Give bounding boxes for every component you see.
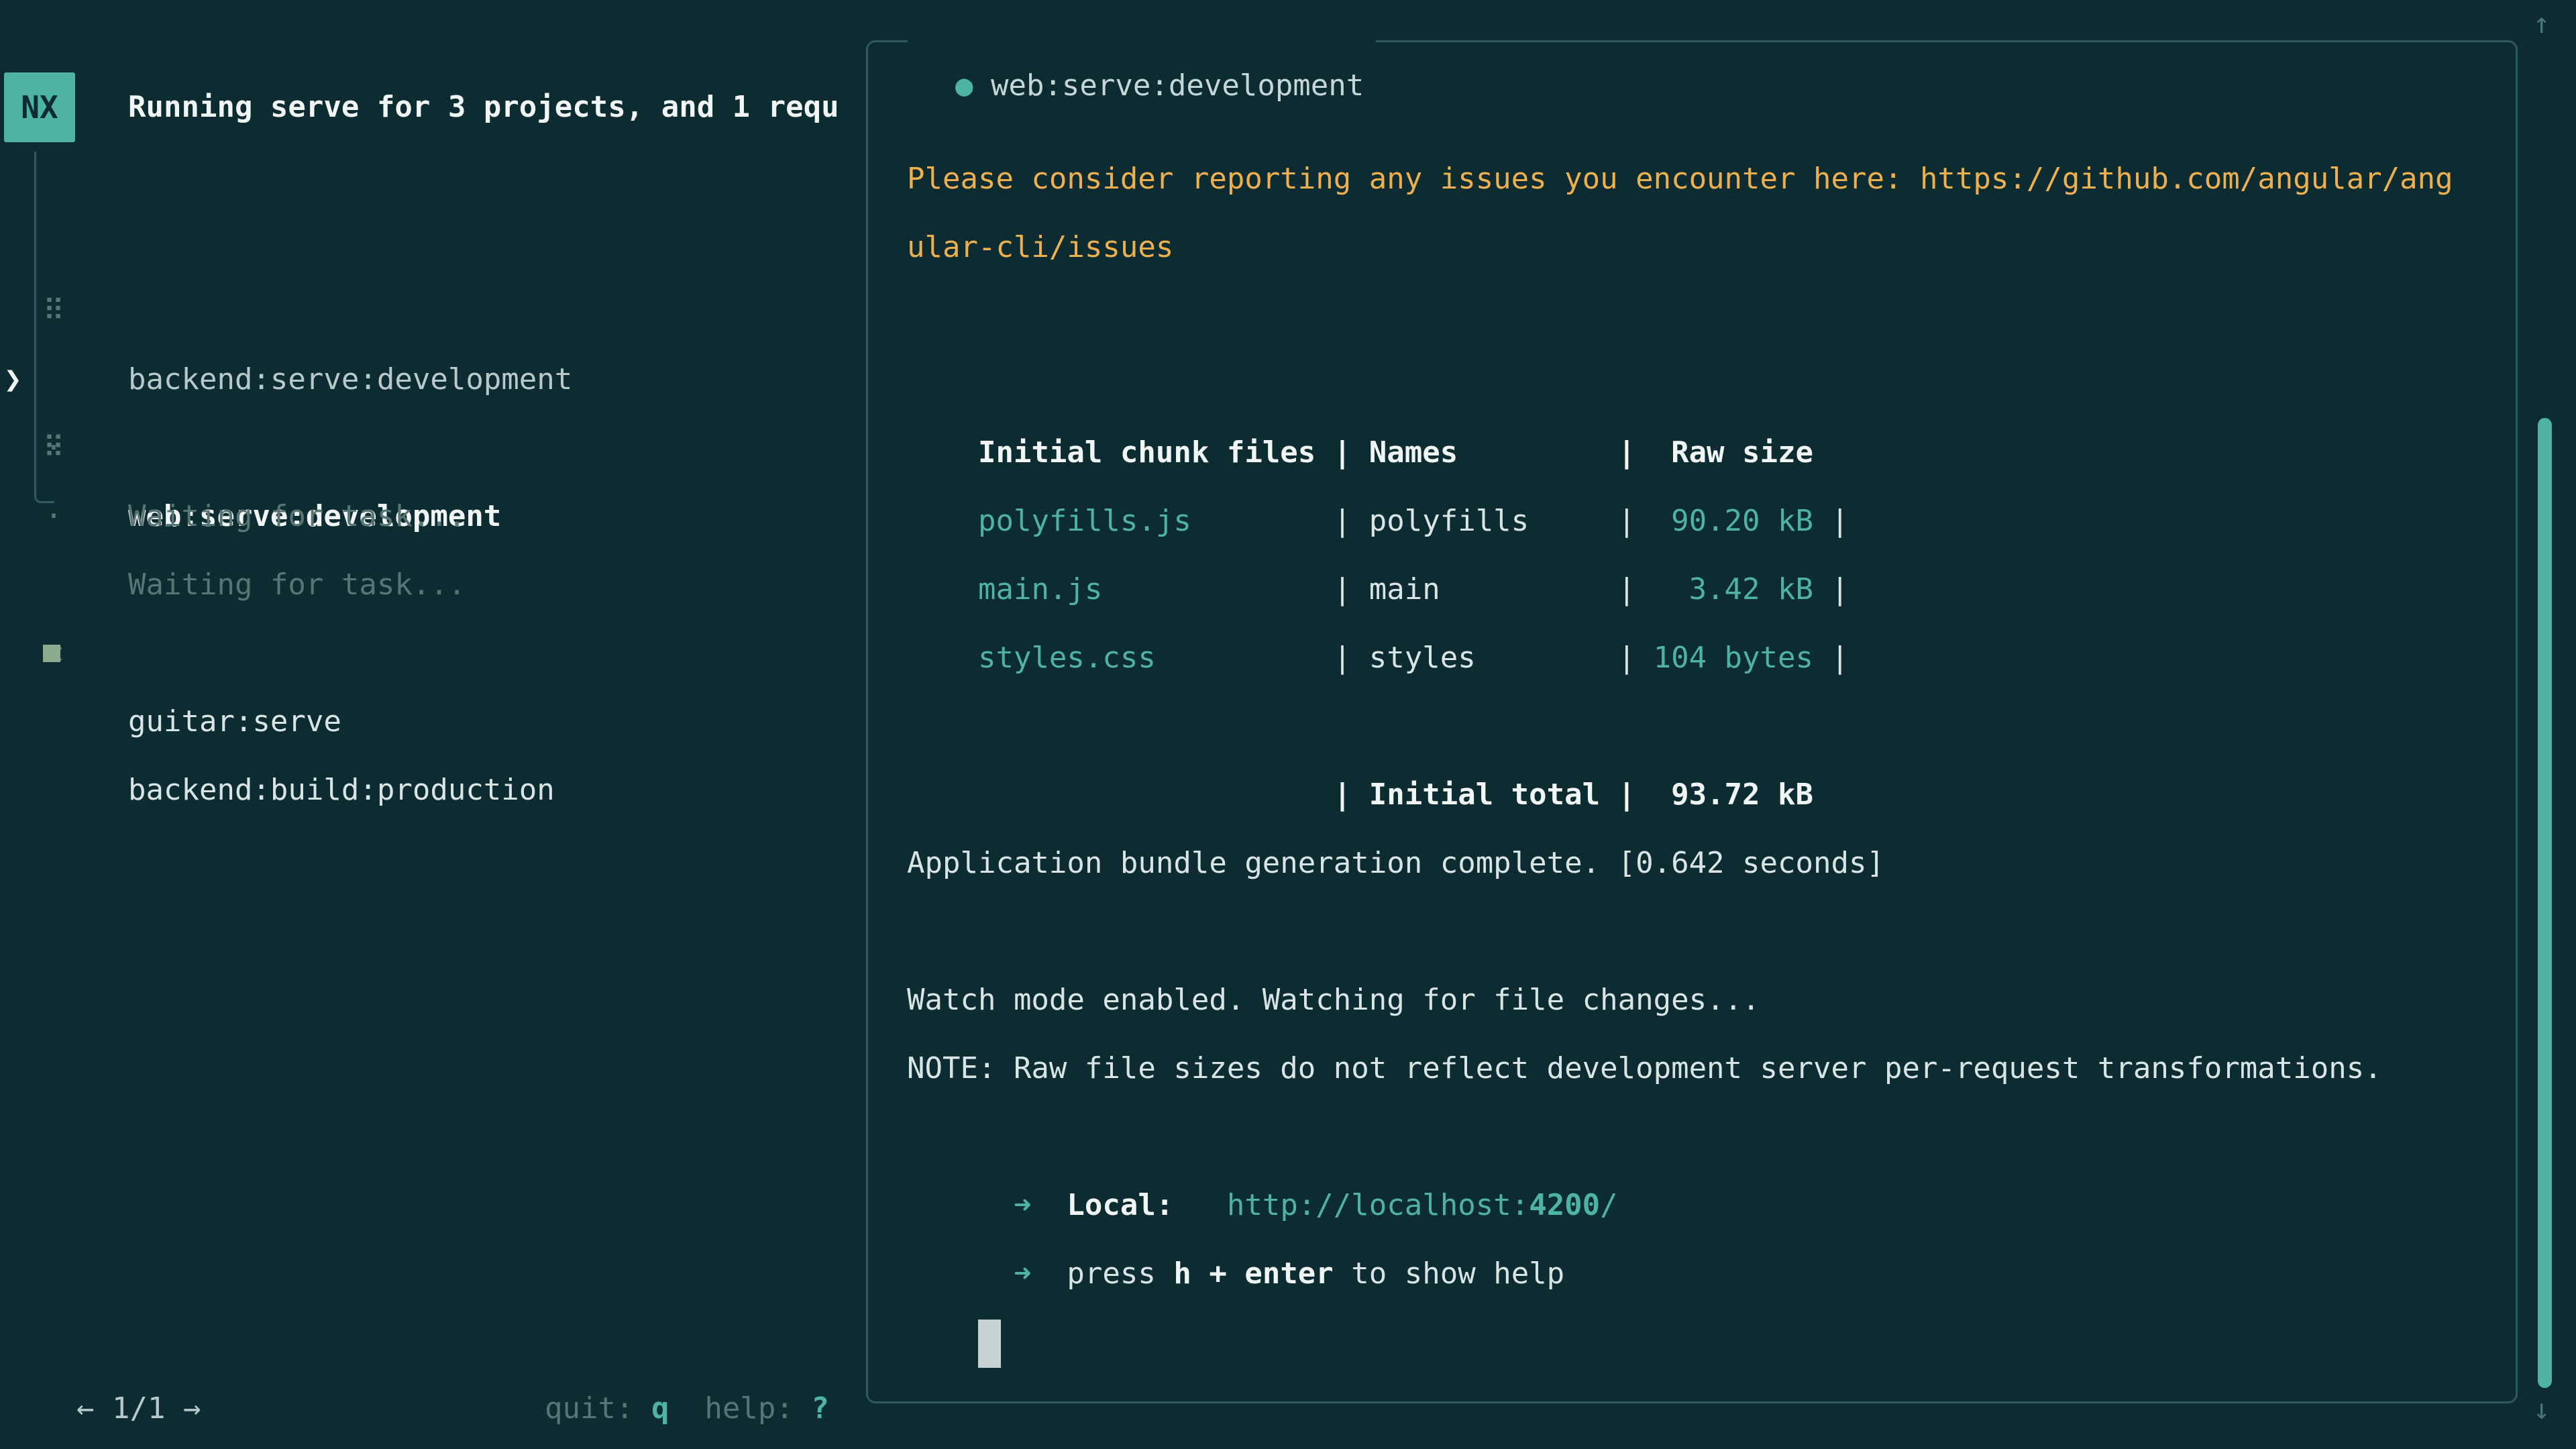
note-message: NOTE: Raw file sizes do not reflect deve… [907, 1034, 2497, 1103]
arrow-icon: ➜ [978, 1256, 1067, 1291]
chunk-size: 3.42 kB [1654, 555, 1813, 624]
pipe: | [1334, 777, 1369, 812]
chunk-file: polyfills.js [978, 487, 1334, 555]
pipe: | [1618, 572, 1654, 606]
scroll-down-arrow[interactable]: ↓ [2533, 1395, 2550, 1424]
chunk-name: main [1369, 555, 1618, 624]
nx-terminal-ui: { "sidebar": { "logo": "NX", "heading": … [0, 0, 2576, 1449]
press-keys: h + enter [1173, 1256, 1333, 1291]
pipe: | [1334, 572, 1369, 606]
task-label: backend:build:production [128, 756, 555, 824]
panel-title-label: web:serve:development [973, 68, 1364, 103]
chunk-file: main.js [978, 555, 1334, 624]
pipe: | [1813, 572, 1849, 606]
task-row-backend-build[interactable]: backend:build:production [0, 619, 852, 688]
terminal-cursor [978, 1320, 1001, 1368]
local-url-link[interactable]: http://localhost:4200/ [1227, 1188, 1618, 1222]
running-status-dot-icon: ● [955, 68, 973, 103]
nx-logo: NX [4, 72, 75, 142]
pipe: | [1618, 504, 1654, 538]
blank-line [907, 282, 2497, 350]
quit-key[interactable]: q [651, 1391, 669, 1426]
url-slash: / [1600, 1188, 1618, 1222]
task-row-web-serve-selected[interactable]: ❯ ⠿ web:serve:development [0, 277, 852, 345]
task-label: Waiting for task... [128, 482, 466, 551]
warning-line: ular-cli/issues [907, 213, 2497, 282]
local-url-line: ➜ Local: http://localhost:4200/ [907, 1103, 2497, 1171]
press-suffix: to show help [1334, 1256, 1564, 1291]
pipe: | [1334, 435, 1369, 470]
page-prev-arrow[interactable]: ← [76, 1391, 95, 1426]
pipe: | [1334, 504, 1369, 538]
pagination: ← 1/1 → [41, 1304, 201, 1374]
quit-hint-label: quit: [545, 1391, 651, 1426]
task-row-waiting-2[interactable]: · Waiting for task... [0, 414, 852, 482]
total-label: Initial total [1369, 761, 1618, 829]
pipe: | [1813, 641, 1849, 675]
arrow-icon: ➜ [978, 1188, 1067, 1222]
total-size: 93.72 kB [1654, 761, 1813, 829]
pipe: | [1618, 641, 1654, 675]
table-total-row: | Initial total| 93.72 kB [907, 692, 2497, 761]
chunk-size: 90.20 kB [1654, 487, 1813, 555]
col-header-names: Names [1369, 419, 1618, 487]
scrollbar-thumb[interactable] [2538, 418, 2552, 1388]
pipe: | [1618, 777, 1654, 812]
watch-mode-message: Watch mode enabled. Watching for file ch… [907, 966, 2497, 1034]
panel-title: ● web:serve:development [908, 17, 1376, 63]
terminal-output[interactable]: Please consider reporting any issues you… [907, 145, 2497, 1308]
page-indicator: 1/1 [94, 1391, 182, 1426]
task-row-backend-serve[interactable]: ⠿ backend:serve:development [0, 209, 852, 277]
keyboard-hints: quit: q help: ? [509, 1304, 829, 1374]
scroll-up-arrow[interactable]: ↑ [2533, 9, 2550, 38]
chunk-name: styles [1369, 624, 1618, 692]
page-title: Running serve for 3 projects, and 1 requ [128, 72, 839, 142]
pending-dot-icon: · [38, 482, 70, 551]
chunk-size: 104 bytes [1654, 624, 1813, 692]
press-prefix: press [1067, 1256, 1173, 1291]
pipe: | [1618, 435, 1654, 470]
page-next-arrow[interactable]: → [183, 1391, 201, 1426]
task-row-guitar-serve[interactable]: × guitar:serve [0, 551, 852, 619]
url-host: http://localhost: [1227, 1188, 1529, 1222]
gap [1173, 1188, 1226, 1222]
chunk-file: styles.css [978, 624, 1334, 692]
blank-line [907, 898, 2497, 966]
help-hint-label: help: [704, 1391, 811, 1426]
pipe: | [1813, 504, 1849, 538]
bundle-complete-message: Application bundle generation complete. … [907, 829, 2497, 898]
pipe: | [1334, 641, 1369, 675]
hint-separator [669, 1391, 704, 1426]
local-label: Local: [1067, 1188, 1173, 1222]
url-port: 4200 [1529, 1188, 1600, 1222]
col-header-size: Raw size [1654, 419, 1813, 487]
warning-line: Please consider reporting any issues you… [907, 145, 2497, 213]
table-header-row: Initial chunk files| Names| Raw size [907, 350, 2497, 419]
chunk-name: polyfills [1369, 487, 1618, 555]
success-square-icon [43, 645, 60, 662]
help-key[interactable]: ? [811, 1391, 829, 1426]
task-row-waiting-1[interactable]: · Waiting for task... [0, 345, 852, 414]
task-label: guitar:serve [128, 688, 341, 756]
col-header-files: Initial chunk files [978, 419, 1334, 487]
